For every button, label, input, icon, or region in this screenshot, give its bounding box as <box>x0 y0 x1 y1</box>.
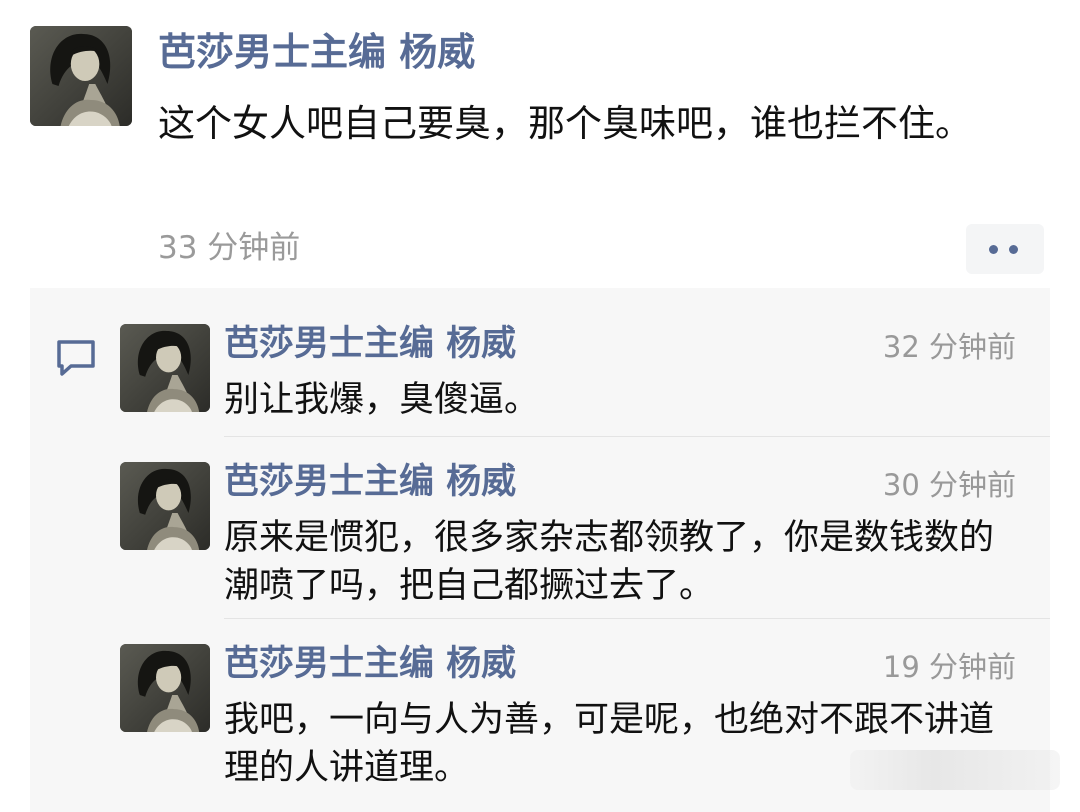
moment-post: 芭莎男士主编 杨威 这个女人吧自己要臭，那个臭味吧，谁也拦不住。 33 分钟前 <box>0 0 1080 290</box>
comment-author-name[interactable]: 芭莎男士主编 杨威 <box>224 322 516 366</box>
two-dots-icon <box>1009 245 1018 254</box>
comment-divider <box>224 618 1050 619</box>
comment-author-name[interactable]: 芭莎男士主编 杨威 <box>224 642 516 686</box>
comment-author-name[interactable]: 芭莎男士主编 杨威 <box>224 460 516 504</box>
post-avatar[interactable] <box>30 26 132 126</box>
post-text: 这个女人吧自己要臭，那个臭味吧，谁也拦不住。 <box>158 102 972 145</box>
comment-item[interactable]: 芭莎男士主编 杨威 30 分钟前 原来是惯犯，很多家杂志都领教了，你是数钱数的潮… <box>120 462 1020 608</box>
comment-timestamp: 32 分钟前 <box>882 330 1016 364</box>
comment-avatar[interactable] <box>120 462 210 550</box>
comment-item[interactable]: 芭莎男士主编 杨威 32 分钟前 别让我爆，臭傻逼。 <box>120 324 1020 424</box>
comment-text: 别让我爆，臭傻逼。 <box>224 380 540 420</box>
comment-timestamp: 19 分钟前 <box>882 650 1016 684</box>
comment-divider <box>224 436 1050 437</box>
post-timestamp: 33 分钟前 <box>158 230 301 266</box>
two-dots-icon <box>989 245 998 254</box>
post-author-name[interactable]: 芭莎男士主编 杨威 <box>158 28 475 76</box>
comment-timestamp: 30 分钟前 <box>882 468 1016 502</box>
comment-text: 原来是惯犯，很多家杂志都领教了，你是数钱数的潮喷了吗，把自己都撅过去了。 <box>224 518 995 606</box>
comment-avatar[interactable] <box>120 644 210 732</box>
comments-section: 芭莎男士主编 杨威 32 分钟前 别让我爆，臭傻逼。 芭莎男士主编 杨威 30 … <box>30 288 1050 812</box>
watermark <box>850 750 1060 790</box>
comment-avatar[interactable] <box>120 324 210 412</box>
comment-icon <box>57 340 95 376</box>
more-actions-button[interactable] <box>966 224 1044 274</box>
